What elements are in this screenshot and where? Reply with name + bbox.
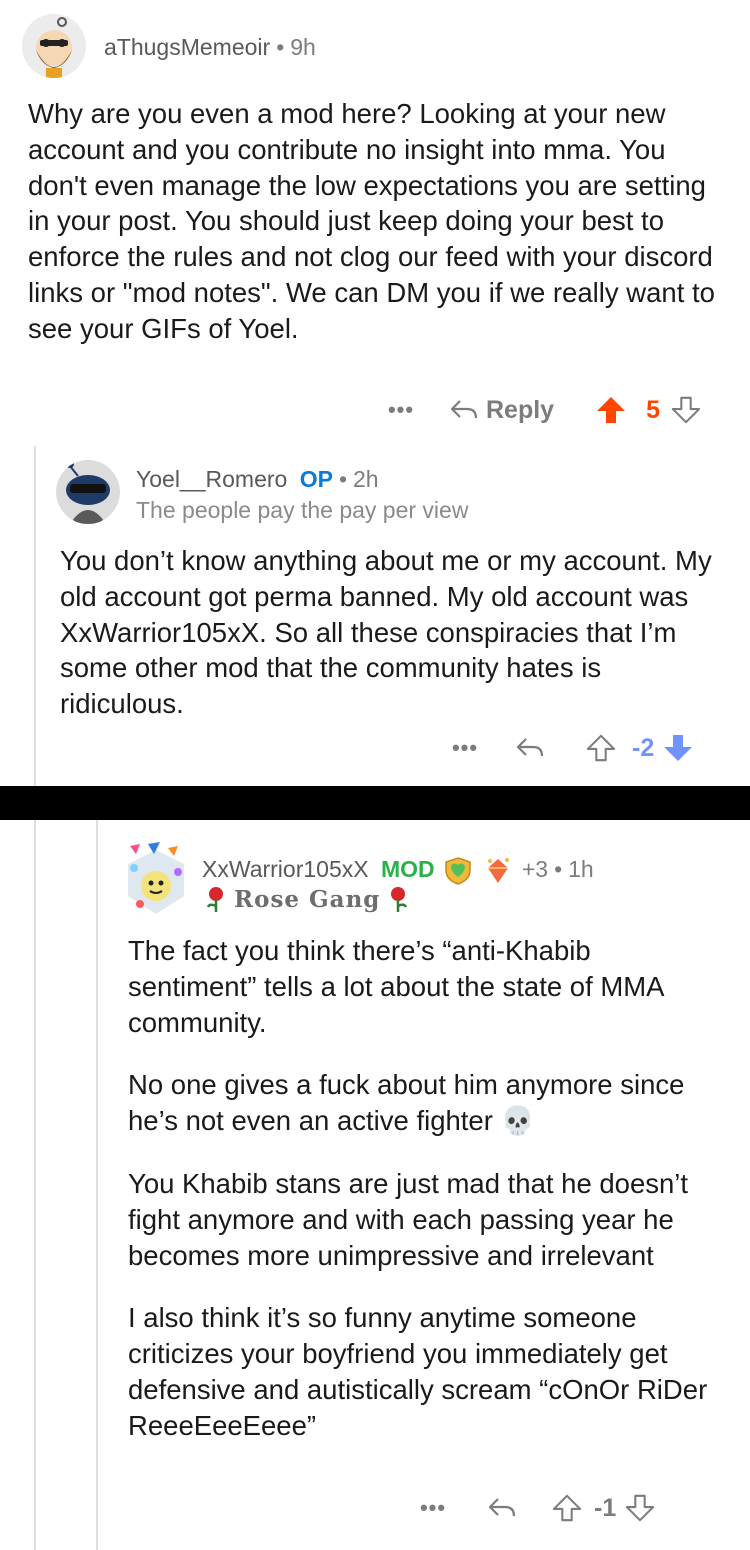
reply-icon[interactable]	[512, 736, 548, 760]
more-icon[interactable]: •••	[388, 397, 414, 423]
downvote-icon[interactable]	[622, 1493, 658, 1523]
comment-meta: aThugsMemeoir • 9h	[104, 34, 316, 61]
shield-award-icon[interactable]	[441, 856, 475, 886]
author-name[interactable]: aThugsMemeoir	[104, 34, 270, 60]
upvote-icon[interactable]	[584, 733, 618, 763]
user-flair: The people pay the pay per view	[136, 497, 469, 523]
award-count[interactable]: +3	[522, 856, 548, 882]
vote-score: -2	[632, 733, 655, 762]
thread-line[interactable]	[34, 446, 36, 786]
separator-dot: •	[338, 466, 347, 492]
user-avatar[interactable]	[122, 840, 190, 918]
timestamp: 2h	[353, 466, 379, 492]
comment-meta: Yoel__Romero OP • 2h	[136, 466, 379, 493]
reply-icon[interactable]	[484, 1496, 520, 1520]
author-name[interactable]: Yoel__Romero	[136, 466, 287, 492]
rose-icon	[384, 885, 412, 913]
comment-paragraph: I also think it’s so funny anytime someo…	[128, 1302, 708, 1441]
more-icon[interactable]: •••	[452, 735, 478, 761]
upvote-icon[interactable]	[550, 1493, 584, 1523]
screenshot-divider	[0, 786, 750, 820]
downvote-icon[interactable]	[660, 733, 696, 763]
timestamp: 9h	[290, 34, 316, 60]
mod-badge: MOD	[380, 856, 435, 883]
author-name[interactable]: XxWarrior105xX	[202, 856, 369, 882]
reply-icon[interactable]	[446, 398, 482, 422]
user-avatar[interactable]	[56, 460, 120, 524]
flair-text: Rose Gang	[234, 885, 381, 913]
user-avatar[interactable]	[22, 14, 86, 78]
more-icon[interactable]: •••	[420, 1495, 446, 1521]
comment-paragraph: The fact you think there’s “anti-Khabib …	[128, 935, 663, 1038]
comment-body: Why are you even a mod here? Looking at …	[28, 98, 715, 344]
comment-body: The fact you think there’s “anti-Khabib …	[128, 933, 718, 1444]
user-flair: Rose Gang	[202, 885, 412, 913]
thread-line[interactable]	[96, 820, 98, 1550]
op-badge: OP	[299, 466, 333, 492]
comment-paragraph: You Khabib stans are just mad that he do…	[128, 1167, 689, 1271]
comment-body: You don’t know anything about me or my a…	[60, 545, 712, 720]
timestamp: 1h	[568, 856, 594, 883]
comment-actions: ••• Reply 5	[388, 390, 704, 430]
thread-line[interactable]	[34, 820, 36, 1550]
comment-actions: ••• -2	[452, 728, 696, 768]
downvote-icon[interactable]	[668, 395, 704, 425]
separator-dot: •	[276, 34, 285, 60]
upvote-icon[interactable]	[594, 395, 628, 425]
comment-actions: ••• -1	[420, 1488, 658, 1528]
comment-paragraph: No one gives a fuck about him anymore si…	[128, 1069, 685, 1137]
vote-score: 5	[646, 395, 660, 424]
vote-score: -1	[594, 1493, 617, 1522]
comment-meta: XxWarrior105xX MOD +3 • 1h	[202, 856, 594, 886]
separator-dot: •	[554, 856, 563, 883]
rose-icon	[202, 885, 230, 913]
crystal-award-icon[interactable]	[481, 856, 515, 886]
reply-button[interactable]: Reply	[486, 396, 554, 425]
